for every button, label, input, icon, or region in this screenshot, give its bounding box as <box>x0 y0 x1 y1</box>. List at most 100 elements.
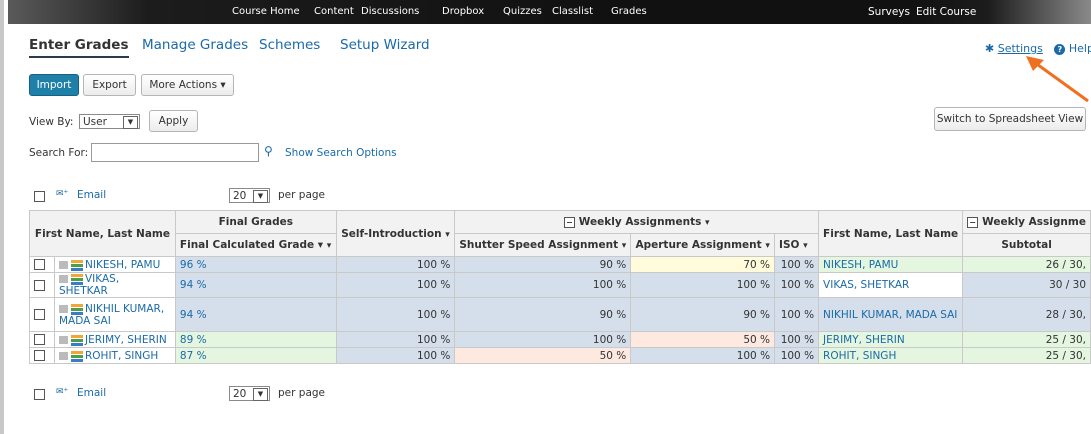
collapse-icon[interactable]: − <box>967 216 979 228</box>
aperture-cell[interactable]: 90 % <box>630 297 776 332</box>
col-header-weekly-assignments-2[interactable]: − Weekly Assignme <box>962 210 1091 234</box>
email-link-bottom[interactable]: Email <box>77 387 106 399</box>
shutter-cell[interactable]: 90 % <box>454 297 632 332</box>
student-name-cell-2[interactable]: VIKAS, SHETKAR <box>818 272 964 298</box>
aperture-cell[interactable]: 100 % <box>630 347 776 364</box>
show-search-options-link[interactable]: Show Search Options <box>285 147 397 159</box>
view-by-value: User <box>83 116 107 128</box>
shutter-cell[interactable]: 100 % <box>454 331 632 348</box>
nav-discussions[interactable]: Discussions <box>361 6 419 17</box>
more-actions-button[interactable]: More Actions ▾ <box>141 74 234 96</box>
student-name-cell-2[interactable]: JERIMY, SHERIN <box>818 331 964 348</box>
iso-cell[interactable]: 100 % <box>774 272 820 298</box>
view-by-select[interactable]: User ▼ <box>79 114 140 129</box>
chevron-down-icon: ▼ <box>253 388 268 401</box>
shutter-cell[interactable]: 90 % <box>454 256 632 273</box>
row-checkbox[interactable] <box>34 350 45 361</box>
student-name-cell[interactable]: NIKESH, PAMU <box>54 256 176 273</box>
tab-schemes[interactable]: Schemes <box>259 37 320 53</box>
nav-surveys[interactable]: Surveys <box>868 6 910 18</box>
col-header-iso[interactable]: ISO ▾ <box>774 233 820 257</box>
aperture-cell[interactable]: 50 % <box>630 331 776 348</box>
help-label: Help <box>1068 42 1091 55</box>
student-name-cell[interactable]: NIKHIL KUMAR, MADA SAI <box>54 297 176 332</box>
col-header-self-introduction[interactable]: Self-Introduction ▾ <box>335 210 456 257</box>
settings-help-area: ✱ Settings ? Help <box>985 42 1091 55</box>
student-name-cell[interactable]: ROHIT, SINGH <box>54 347 176 364</box>
col-header-weekly-assignments[interactable]: − Weekly Assignments ▾ <box>454 210 820 234</box>
col-header-final-calculated-grade[interactable]: Final Calculated Grade ▾ ▾ <box>174 233 337 257</box>
student-name-cell-2[interactable]: NIKESH, PAMU <box>818 256 964 273</box>
nav-edit-course[interactable]: Edit Course <box>916 6 976 18</box>
student-name-cell[interactable]: JERIMY, SHERIN <box>54 331 176 348</box>
student-name-cell-2[interactable]: ROHIT, SINGH <box>818 347 964 364</box>
self-intro-cell[interactable]: 100 % <box>335 256 456 273</box>
tab-enter-grades[interactable]: Enter Grades <box>29 37 129 58</box>
final-grade-cell[interactable]: 94 % <box>174 297 337 332</box>
search-icon[interactable]: ⚲ <box>264 144 273 158</box>
student-name-cell[interactable]: VIKAS, SHETKAR <box>54 272 176 298</box>
tab-setup-wizard[interactable]: Setup Wizard <box>340 37 430 53</box>
tab-manage-grades[interactable]: Manage Grades <box>142 37 248 53</box>
self-intro-cell[interactable]: 100 % <box>335 331 456 348</box>
nav-classlist[interactable]: Classlist <box>552 6 593 17</box>
col-header-aperture[interactable]: Aperture Assignment ▾ <box>630 233 776 257</box>
grade-flags-icon <box>59 259 83 271</box>
collapse-icon[interactable]: − <box>563 216 575 228</box>
col-header-first-last[interactable]: First Name, Last Name <box>29 210 176 257</box>
email-link-top[interactable]: Email <box>77 189 106 201</box>
self-intro-cell[interactable]: 100 % <box>335 272 456 298</box>
table-row: NIKESH, PAMU 96 % 100 % 90 % 70 % 100 % … <box>29 256 1091 273</box>
switch-spreadsheet-view-button[interactable]: Switch to Spreadsheet View <box>934 107 1086 131</box>
import-button[interactable]: Import <box>29 74 79 96</box>
per-page-label-bottom: per page <box>278 387 326 399</box>
self-intro-cell[interactable]: 100 % <box>335 347 456 364</box>
settings-link[interactable]: Settings <box>998 42 1043 55</box>
final-grade-cell[interactable]: 87 % <box>174 347 337 364</box>
nav-dropbox[interactable]: Dropbox <box>442 6 484 17</box>
student-name-cell-2[interactable]: NIKHIL KUMAR, MADA SAI <box>818 297 964 332</box>
iso-cell[interactable]: 100 % <box>774 256 820 273</box>
grade-flags-icon <box>59 274 83 285</box>
aperture-cell[interactable]: 70 % <box>630 256 776 273</box>
table-row: NIKHIL KUMAR, MADA SAI 94 % 100 % 90 % 9… <box>29 297 1091 332</box>
nav-grades[interactable]: Grades <box>611 6 647 17</box>
per-page-select-bottom[interactable]: 20 ▼ <box>229 386 270 401</box>
iso-cell[interactable]: 100 % <box>774 331 820 348</box>
grades-table: First Name, Last Name Final Grades Self-… <box>29 210 1091 364</box>
aperture-cell[interactable]: 100 % <box>630 272 776 298</box>
apply-button[interactable]: Apply <box>149 110 198 132</box>
search-input[interactable] <box>91 143 259 162</box>
help-link[interactable]: ? Help <box>1054 42 1091 55</box>
select-all-checkbox-top[interactable] <box>34 191 45 202</box>
shutter-cell[interactable]: 100 % <box>454 272 632 298</box>
nav-course-home[interactable]: Course Home <box>232 6 300 17</box>
left-edge-bar <box>0 0 4 434</box>
select-all-checkbox-bottom[interactable] <box>34 389 45 400</box>
final-grade-cell[interactable]: 89 % <box>174 331 337 348</box>
arrow-annotation-icon <box>1026 56 1089 103</box>
self-intro-cell[interactable]: 100 % <box>335 297 456 332</box>
final-grade-cell[interactable]: 94 % <box>174 272 337 298</box>
row-checkbox[interactable] <box>34 334 45 345</box>
nav-content[interactable]: Content <box>314 6 354 17</box>
final-grade-cell[interactable]: 96 % <box>174 256 337 273</box>
grade-flags-icon <box>59 303 83 315</box>
per-page-select-top[interactable]: 20 ▼ <box>229 188 270 203</box>
col-header-shutter-speed[interactable]: Shutter Speed Assignment ▾ <box>454 233 632 257</box>
row-checkbox[interactable] <box>34 279 45 291</box>
export-button[interactable]: Export <box>83 74 136 96</box>
email-icon: ✉︎⁺ <box>56 387 69 397</box>
subtotal-cell: 30 / 30 <box>962 272 1091 298</box>
shutter-cell[interactable]: 50 % <box>454 347 632 364</box>
subtotal-cell: 25 / 30, <box>962 347 1091 364</box>
gear-icon: ✱ <box>985 42 995 55</box>
row-checkbox[interactable] <box>34 309 45 320</box>
col-header-first-last-2[interactable]: First Name, Last Name <box>818 210 964 257</box>
iso-cell[interactable]: 100 % <box>774 297 820 332</box>
help-icon: ? <box>1054 44 1066 55</box>
top-navbar: Course Home Content Discussions Dropbox … <box>8 0 1091 24</box>
nav-quizzes[interactable]: Quizzes <box>503 6 542 17</box>
row-checkbox[interactable] <box>34 259 45 270</box>
iso-cell[interactable]: 100 % <box>774 347 820 364</box>
